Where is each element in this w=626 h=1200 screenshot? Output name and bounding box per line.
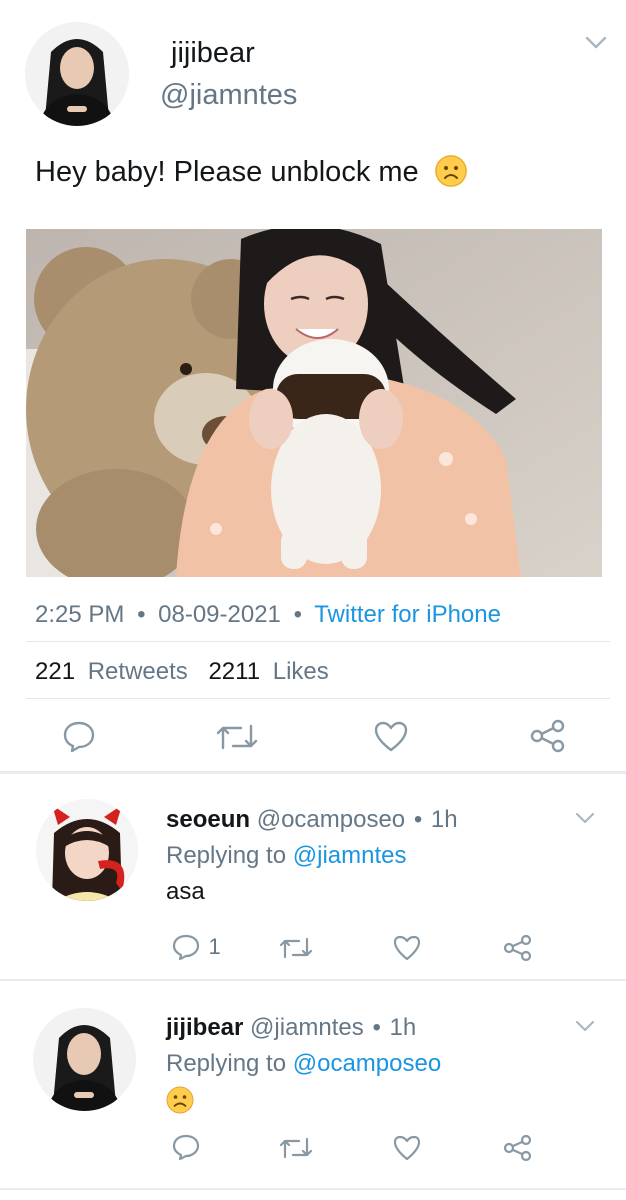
reply-time[interactable]: 1h	[390, 1014, 417, 1041]
reply-count: 1	[208, 934, 221, 959]
divider	[26, 641, 610, 642]
section-separator	[0, 979, 626, 981]
avatar-jijibear[interactable]	[33, 1008, 136, 1111]
reply-handle[interactable]: @jiamntes	[250, 1014, 364, 1041]
reply-header: jijibear @jiamntes • 1h	[166, 1014, 416, 1042]
reply-text: asa	[166, 878, 205, 905]
replying-to-prefix: Replying to	[166, 842, 287, 869]
reply-icon	[172, 934, 200, 960]
tweet-text: Hey baby! Please unblock me	[35, 156, 419, 188]
section-separator	[0, 771, 626, 774]
replying-to-prefix: Replying to	[166, 1050, 287, 1077]
retweets-count: 221	[35, 658, 76, 685]
tweet-meta: 2:25 PM • 08-09-2021 • Twitter for iPhon…	[35, 601, 501, 629]
tweet-media-photo[interactable]	[26, 229, 602, 577]
retweet-icon[interactable]	[279, 1136, 313, 1160]
likes-count: 2211	[208, 658, 261, 685]
chevron-down-icon[interactable]	[585, 36, 607, 50]
meta-dot: •	[137, 601, 146, 628]
heart-icon[interactable]	[374, 721, 408, 753]
tweet-text-row: Hey baby! Please unblock me	[35, 155, 467, 189]
tweet-stats: 221 Retweets 2211 Likes	[35, 658, 329, 686]
avatar-jijibear[interactable]	[25, 22, 129, 126]
avatar-image	[25, 22, 129, 126]
frowning-face-emoji-icon	[166, 1086, 194, 1114]
tweet-time: 2:25 PM	[35, 601, 125, 628]
avatar-image	[36, 799, 138, 901]
reply-icon[interactable]	[62, 720, 96, 752]
likes-stat[interactable]: 2211 Likes	[208, 658, 328, 685]
reply-action-reply[interactable]: 1	[172, 934, 221, 960]
avatar-seoeun[interactable]	[36, 799, 138, 901]
reply-icon[interactable]	[172, 1134, 200, 1160]
retweets-stat[interactable]: 221 Retweets	[35, 658, 194, 685]
retweets-label: Retweets	[87, 658, 188, 685]
meta-dot: •	[293, 601, 302, 628]
reply-time[interactable]: 1h	[431, 806, 458, 833]
heart-icon[interactable]	[393, 1135, 421, 1161]
replying-to-line: Replying to @ocamposeo	[166, 1050, 441, 1078]
share-icon[interactable]	[503, 934, 533, 962]
replying-to-line: Replying to @jiamntes	[166, 842, 406, 870]
divider	[26, 698, 610, 699]
replying-to-link[interactable]: @ocamposeo	[293, 1050, 441, 1077]
chevron-down-icon[interactable]	[575, 812, 595, 824]
photo-illustration	[26, 229, 602, 577]
chevron-down-icon[interactable]	[575, 1020, 595, 1032]
reply-header: seoeun @ocamposeo • 1h	[166, 806, 458, 834]
replying-to-link[interactable]: @jiamntes	[293, 842, 407, 869]
display-name[interactable]: jijibear	[171, 37, 255, 70]
tweet-date: 08-09-2021	[158, 601, 281, 628]
avatar-image	[33, 1008, 136, 1111]
retweet-icon[interactable]	[279, 936, 313, 960]
share-icon[interactable]	[530, 719, 566, 753]
reply-display-name[interactable]: jijibear	[166, 1014, 243, 1041]
meta-dot: •	[372, 1014, 381, 1041]
section-separator	[0, 1188, 626, 1190]
meta-dot: •	[413, 806, 423, 833]
reply-handle[interactable]: @ocamposeo	[257, 806, 405, 833]
likes-label: Likes	[272, 658, 329, 685]
heart-icon[interactable]	[393, 935, 421, 961]
frowning-face-emoji-icon	[434, 155, 467, 188]
share-icon[interactable]	[503, 1134, 533, 1162]
retweet-icon[interactable]	[215, 722, 259, 752]
reply-display-name[interactable]: seoeun	[166, 806, 250, 833]
tweet-source-link[interactable]: Twitter for iPhone	[314, 601, 501, 628]
handle[interactable]: @jiamntes	[160, 79, 297, 112]
